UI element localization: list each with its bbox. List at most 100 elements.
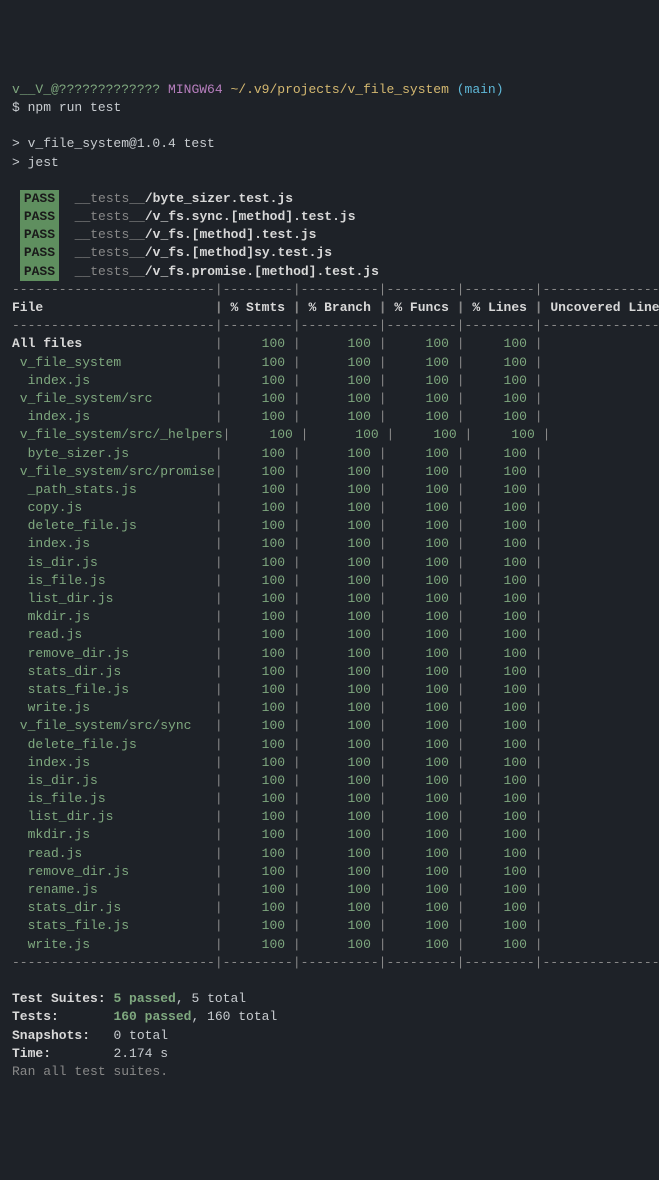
- coverage-lines: 100: [465, 573, 535, 588]
- coverage-stmts: 100: [223, 482, 293, 497]
- test-file-name: /v_fs.promise.[method].test.js: [145, 264, 379, 279]
- coverage-row: stats_file.js | 100 | 100 | 100 | 100 |: [12, 682, 543, 697]
- coverage-file: mkdir.js: [12, 827, 215, 842]
- coverage-lines: 100: [465, 773, 535, 788]
- coverage-branch: 100: [301, 446, 379, 461]
- coverage-row: byte_sizer.js | 100 | 100 | 100 | 100 |: [12, 446, 543, 461]
- coverage-row: list_dir.js | 100 | 100 | 100 | 100 |: [12, 591, 543, 606]
- coverage-funcs: 100: [387, 882, 457, 897]
- coverage-branch: 100: [301, 682, 379, 697]
- coverage-file: v_file_system/src/_helpers: [12, 427, 223, 442]
- coverage-branch: 100: [301, 409, 379, 424]
- coverage-row: v_file_system/src/_helpers| 100 | 100 | …: [12, 427, 550, 442]
- summary-tests-label: Tests:: [12, 1009, 106, 1024]
- coverage-file: stats_file.js: [12, 682, 215, 697]
- coverage-funcs: 100: [387, 718, 457, 733]
- coverage-branch: 100: [308, 427, 386, 442]
- coverage-row: _path_stats.js | 100 | 100 | 100 | 100 |: [12, 482, 543, 497]
- coverage-branch: 100: [301, 664, 379, 679]
- pass-badge: PASS: [20, 263, 59, 281]
- coverage-lines: 100: [465, 555, 535, 570]
- coverage-row: copy.js | 100 | 100 | 100 | 100 |: [12, 500, 543, 515]
- coverage-row: mkdir.js | 100 | 100 | 100 | 100 |: [12, 609, 543, 624]
- coverage-row: index.js | 100 | 100 | 100 | 100 |: [12, 373, 543, 388]
- coverage-row: stats_dir.js | 100 | 100 | 100 | 100 |: [12, 664, 543, 679]
- coverage-row: write.js | 100 | 100 | 100 | 100 |: [12, 937, 543, 952]
- coverage-lines: 100: [465, 700, 535, 715]
- coverage-funcs: 100: [387, 518, 457, 533]
- coverage-stmts: 100: [223, 809, 293, 824]
- test-file-name: /v_fs.[method]sy.test.js: [145, 245, 332, 260]
- coverage-lines: 100: [465, 791, 535, 806]
- coverage-branch: 100: [301, 773, 379, 788]
- coverage-stmts: 100: [223, 536, 293, 551]
- coverage-stmts: 100: [230, 427, 300, 442]
- coverage-funcs: 100: [387, 682, 457, 697]
- coverage-row: list_dir.js | 100 | 100 | 100 | 100 |: [12, 809, 543, 824]
- coverage-row: v_file_system | 100 | 100 | 100 | 100 |: [12, 355, 543, 370]
- test-file-prefix: __tests__: [75, 245, 145, 260]
- coverage-funcs: 100: [387, 864, 457, 879]
- coverage-funcs: 100: [387, 591, 457, 606]
- coverage-funcs: 100: [387, 555, 457, 570]
- test-file-prefix: __tests__: [75, 264, 145, 279]
- coverage-file: All files: [12, 336, 215, 351]
- command-input[interactable]: npm run test: [28, 100, 122, 115]
- coverage-header: File | % Stmts | % Branch | % Funcs | % …: [12, 300, 659, 315]
- coverage-stmts: 100: [223, 846, 293, 861]
- coverage-row: v_file_system/src | 100 | 100 | 100 | 10…: [12, 391, 543, 406]
- pass-badge: PASS: [20, 208, 59, 226]
- coverage-file: index.js: [12, 536, 215, 551]
- coverage-file: write.js: [12, 700, 215, 715]
- terminal-output: v__V_@????????????? MINGW64 ~/.v9/projec…: [12, 81, 647, 1081]
- coverage-stmts: 100: [223, 682, 293, 697]
- coverage-file: index.js: [12, 373, 215, 388]
- coverage-lines: 100: [465, 464, 535, 479]
- coverage-lines: 100: [465, 846, 535, 861]
- coverage-row: is_file.js | 100 | 100 | 100 | 100 |: [12, 791, 543, 806]
- coverage-funcs: 100: [387, 446, 457, 461]
- summary-time-value: 2.174 s: [113, 1046, 168, 1061]
- test-file-prefix: __tests__: [75, 209, 145, 224]
- coverage-row: write.js | 100 | 100 | 100 | 100 |: [12, 700, 543, 715]
- coverage-file: write.js: [12, 937, 215, 952]
- coverage-branch: 100: [301, 482, 379, 497]
- coverage-funcs: 100: [387, 409, 457, 424]
- coverage-row: index.js | 100 | 100 | 100 | 100 |: [12, 536, 543, 551]
- coverage-stmts: 100: [223, 464, 293, 479]
- coverage-branch: 100: [301, 355, 379, 370]
- coverage-row: All files | 100 | 100 | 100 | 100 |: [12, 336, 543, 351]
- coverage-row: read.js | 100 | 100 | 100 | 100 |: [12, 846, 543, 861]
- coverage-funcs: 100: [387, 809, 457, 824]
- coverage-stmts: 100: [223, 664, 293, 679]
- test-file-prefix: __tests__: [75, 227, 145, 242]
- coverage-lines: 100: [465, 664, 535, 679]
- coverage-file: is_dir.js: [12, 773, 215, 788]
- coverage-divider: --------------------------|---------|---…: [12, 955, 659, 970]
- coverage-lines: 100: [465, 536, 535, 551]
- coverage-row: is_file.js | 100 | 100 | 100 | 100 |: [12, 573, 543, 588]
- coverage-lines: 100: [472, 427, 542, 442]
- prompt-shell: MINGW64: [168, 82, 223, 97]
- pass-badge: PASS: [20, 226, 59, 244]
- coverage-funcs: 100: [394, 427, 464, 442]
- coverage-file: is_file.js: [12, 573, 215, 588]
- coverage-file: byte_sizer.js: [12, 446, 215, 461]
- coverage-lines: 100: [465, 518, 535, 533]
- coverage-lines: 100: [465, 500, 535, 515]
- coverage-file: v_file_system: [12, 355, 215, 370]
- coverage-funcs: 100: [387, 500, 457, 515]
- coverage-row: remove_dir.js | 100 | 100 | 100 | 100 |: [12, 646, 543, 661]
- coverage-funcs: 100: [387, 937, 457, 952]
- coverage-branch: 100: [301, 627, 379, 642]
- coverage-stmts: 100: [223, 627, 293, 642]
- coverage-branch: 100: [301, 536, 379, 551]
- coverage-stmts: 100: [223, 336, 293, 351]
- summary-suites-total: , 5 total: [176, 991, 246, 1006]
- coverage-stmts: 100: [223, 937, 293, 952]
- coverage-lines: 100: [465, 391, 535, 406]
- coverage-stmts: 100: [223, 573, 293, 588]
- coverage-file: list_dir.js: [12, 809, 215, 824]
- coverage-file: read.js: [12, 846, 215, 861]
- coverage-funcs: 100: [387, 573, 457, 588]
